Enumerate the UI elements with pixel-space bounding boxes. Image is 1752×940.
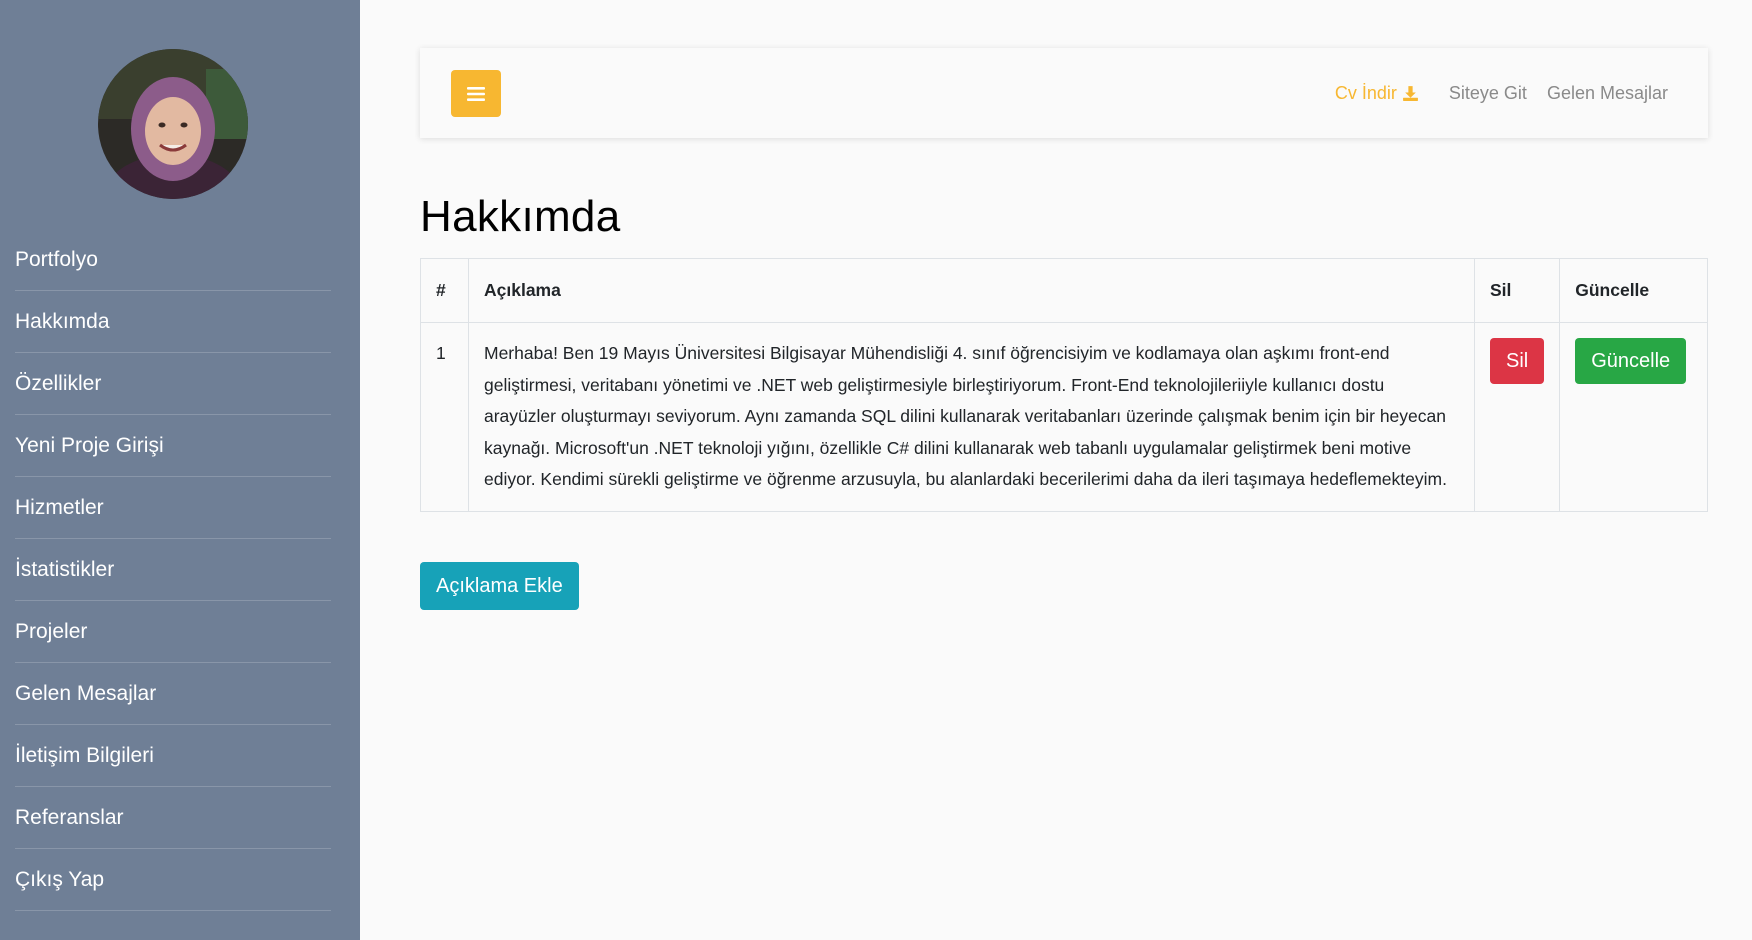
visit-site-link[interactable]: Siteye Git bbox=[1449, 83, 1527, 104]
sidebar-item-yeni-proje-girisi[interactable]: Yeni Proje Girişi bbox=[15, 415, 331, 477]
sidebar-item-hakkimda[interactable]: Hakkımda bbox=[15, 291, 331, 353]
header-delete: Sil bbox=[1473, 258, 1561, 323]
table-header-row: # Açıklama Sil Güncelle bbox=[420, 258, 1708, 323]
row-num: 1 bbox=[420, 322, 469, 512]
update-button[interactable]: Güncelle bbox=[1575, 338, 1687, 384]
sidebar-item-hizmetler[interactable]: Hizmetler bbox=[15, 477, 331, 539]
cv-download-label: Cv İndir bbox=[1334, 82, 1397, 103]
sidebar-item-projeler[interactable]: Projeler bbox=[15, 601, 331, 663]
sidebar-item-referanslar[interactable]: Referanslar bbox=[15, 787, 331, 849]
profile-photo bbox=[98, 49, 248, 199]
sidebar-toggle-button[interactable] bbox=[451, 70, 501, 117]
header-description: Açıklama bbox=[468, 258, 1475, 323]
header-num: # bbox=[420, 258, 469, 323]
row-delete-cell: Sil bbox=[1473, 322, 1561, 512]
sidebar-item-istatistikler[interactable]: İstatistikler bbox=[15, 539, 331, 601]
cv-download-link[interactable]: Cv İndir bbox=[1335, 83, 1419, 104]
add-description-button[interactable]: Açıklama Ekle bbox=[420, 562, 579, 610]
sidebar-menu: Portfolyo Hakkımda Özellikler Yeni Proje… bbox=[15, 229, 331, 911]
download-icon bbox=[1402, 85, 1418, 101]
sidebar: Portfolyo Hakkımda Özellikler Yeni Proje… bbox=[0, 0, 360, 940]
menu-icon bbox=[467, 86, 485, 101]
sidebar-item-portfolyo[interactable]: Portfolyo bbox=[15, 229, 331, 291]
sidebar-item-gelen-mesajlar[interactable]: Gelen Mesajlar bbox=[15, 663, 331, 725]
sidebar-item-iletisim-bilgileri[interactable]: İletişim Bilgileri bbox=[15, 725, 331, 787]
table-row: 1 Merhaba! Ben 19 Mayıs Üniversitesi Bil… bbox=[420, 322, 1708, 512]
row-update-cell: Güncelle bbox=[1559, 322, 1708, 512]
row-description: Merhaba! Ben 19 Mayıs Üniversitesi Bilgi… bbox=[468, 322, 1475, 512]
sidebar-item-ozellikler[interactable]: Özellikler bbox=[15, 353, 331, 415]
page-title: Hakkımda bbox=[420, 192, 621, 241]
header-update: Güncelle bbox=[1559, 258, 1708, 323]
delete-button[interactable]: Sil bbox=[1490, 338, 1545, 384]
profile-avatar bbox=[98, 49, 248, 199]
about-table: # Açıklama Sil Güncelle 1 Merhaba! Ben 1… bbox=[420, 258, 1708, 512]
nav-links: Cv İndir Siteye Git Gelen Mesajlar bbox=[1335, 48, 1668, 138]
top-navbar: Cv İndir Siteye Git Gelen Mesajlar bbox=[420, 48, 1708, 138]
sidebar-item-cikis-yap[interactable]: Çıkış Yap bbox=[15, 849, 331, 911]
messages-link[interactable]: Gelen Mesajlar bbox=[1547, 83, 1668, 104]
